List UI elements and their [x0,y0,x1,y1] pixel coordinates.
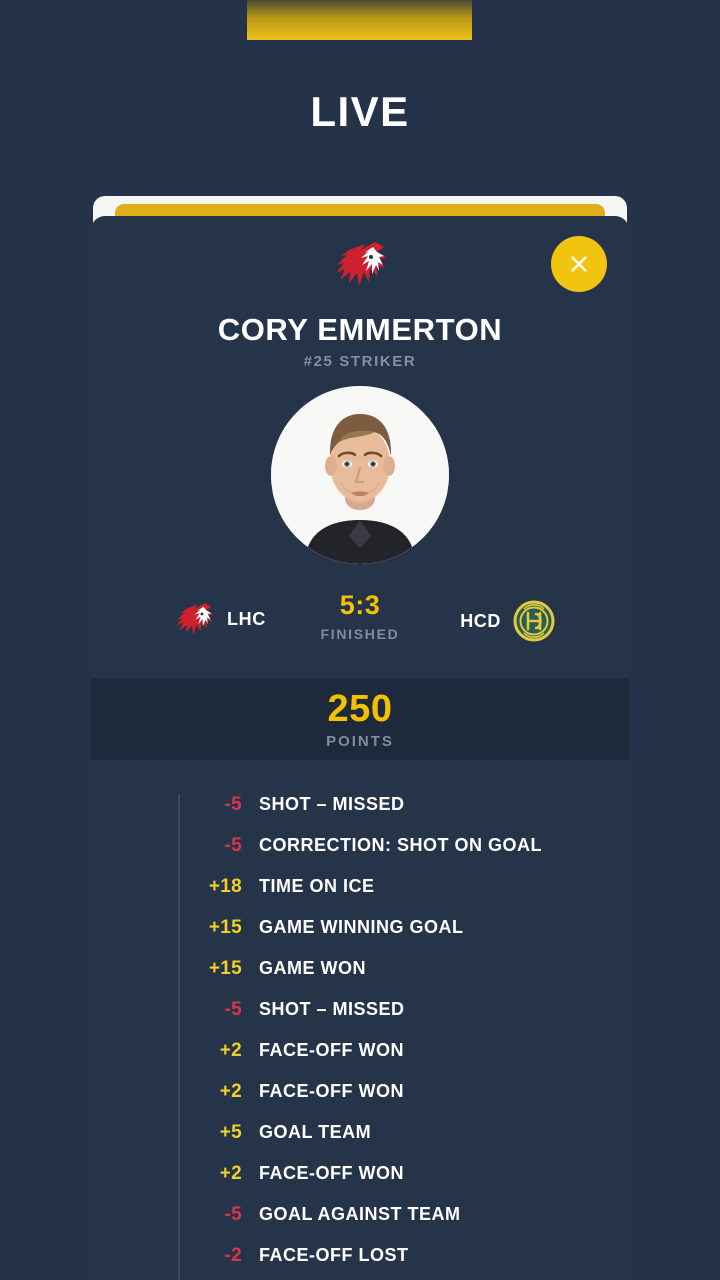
event-label: FACE-OFF WON [259,1040,404,1060]
lhc-lion-crest-icon [173,600,215,638]
event-label: SHOT – MISSED [259,999,405,1019]
event-label: GOAL TEAM [259,1122,372,1142]
event-row: -5 SHOT – MISSED [91,784,629,825]
events-list: -5 SHOT – MISSED -5 CORRECTION: SHOT ON GOA… [91,784,629,1280]
away-team-abbr: HCD [460,610,501,631]
player-detail-card: CORY EMMERTON #25 STRIKER 5:3 FINISHED L… [91,216,629,1280]
event-row: -5 GOAL AGAINST TEAM [91,1194,629,1235]
event-points: +18 [208,875,242,897]
event-row: +5 GOAL TEAM [91,1112,629,1153]
away-team: HCD [460,600,555,642]
player-photo [271,386,449,564]
close-icon [568,253,590,275]
event-row: +18 TIME ON ICE [91,866,629,907]
event-row: +2 FACE-OFF WON [91,1153,629,1194]
player-name: CORY EMMERTON [217,312,503,347]
player-number-position: #25 STRIKER [303,353,417,370]
page-title: LIVE [310,88,410,135]
event-row: +2 FACE-OFF WON [91,1071,629,1112]
event-row: -5 CORRECTION: SHOT ON GOAL [91,825,629,866]
event-row: +15 GAME WINNING GOAL [91,907,629,948]
event-points: -2 [224,1244,242,1266]
home-team: LHC [173,600,266,638]
event-label: FACE-OFF WON [259,1163,404,1183]
lhc-lion-crest-icon [331,238,389,290]
hcd-badge-icon [513,600,555,642]
top-gold-banner [247,0,472,40]
event-row: +2 FACE-OFF WON [91,1030,629,1071]
event-label: FACE-OFF WON [259,1081,404,1101]
home-team-abbr: LHC [227,608,266,629]
event-label: GAME WON [259,958,366,978]
event-points: -5 [224,998,242,1020]
event-label: CORRECTION: SHOT ON GOAL [259,835,542,855]
event-label: GOAL AGAINST TEAM [259,1204,461,1224]
event-label: GAME WINNING GOAL [259,917,464,937]
event-row: -2 FACE-OFF LOST [91,1235,629,1276]
app-root: LIVE CORY EMMERTON #25 STRIKER 5:3 FINIS… [0,0,720,1280]
event-row: +15 GAME WON [91,948,629,989]
event-points: +2 [219,1162,242,1184]
event-label: FACE-OFF LOST [259,1245,409,1265]
event-points: -5 [224,834,242,856]
points-label: POINTS [326,733,394,750]
match-summary: 5:3 FINISHED LHC HCD [91,590,629,660]
event-label: SHOT – MISSED [259,794,405,814]
points-value: 250 [327,688,393,730]
event-points: +15 [208,916,242,938]
event-points: -5 [224,793,242,815]
event-points: +5 [219,1121,242,1143]
event-points: -5 [224,1203,242,1225]
event-points: +2 [219,1080,242,1102]
event-label: TIME ON ICE [259,876,375,896]
close-button[interactable] [551,236,607,292]
event-row: -5 SHOT – MISSED [91,989,629,1030]
event-points: +2 [219,1039,242,1061]
event-points: +15 [208,957,242,979]
points-band: 250 POINTS [91,678,629,760]
